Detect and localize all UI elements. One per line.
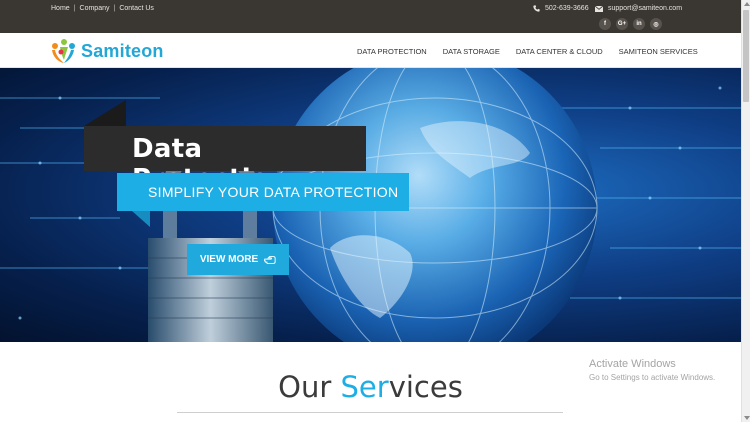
hero-title-box: Data Protection [84,100,366,194]
activate-windows-line2: Go to Settings to activate Windows. [589,373,716,382]
hand-pointer-icon [264,255,276,264]
separator: | [73,5,76,12]
phone-contact[interactable]: 502-639-3666 [533,5,589,12]
main-nav: DATA PROTECTION DATA STORAGE DATA CENTER… [357,47,698,56]
top-link-contact-us[interactable]: Contact Us [119,5,154,12]
logo-mark-icon [52,39,75,63]
page-scrollbar[interactable] [741,0,750,422]
hero-subtitle: SIMPLIFY YOUR DATA PROTECTION [148,184,399,200]
social-links: f G+ in ◎ [599,18,662,30]
view-more-button[interactable]: VIEW MORE [187,244,289,275]
instagram-icon[interactable]: ◎ [650,18,662,30]
top-link-home[interactable]: Home [51,5,70,12]
services-title-start: Our [278,370,341,404]
site-header: Samiteon DATA PROTECTION DATA STORAGE DA… [0,33,741,68]
services-title-end: vices [388,370,463,404]
hero-subtitle-box: SIMPLIFY YOUR DATA PROTECTION [117,173,409,211]
separator: | [113,5,116,12]
activate-windows-line1: Activate Windows [589,358,676,370]
subtitle-tail [132,211,150,227]
top-links: Home | Company | Contact Us [51,5,154,12]
activate-windows-watermark: Activate Windows Go to Settings to activ… [589,358,715,382]
page: Home | Company | Contact Us 502-639-3666… [0,0,750,422]
linkedin-icon[interactable]: in [633,18,645,30]
view-more-label: VIEW MORE [199,254,259,265]
phone-icon [533,5,540,12]
nav-item-data-storage[interactable]: DATA STORAGE [443,47,500,56]
scroll-down-arrow-icon[interactable] [744,416,750,420]
top-link-company[interactable]: Company [80,5,110,12]
nav-item-data-protection[interactable]: DATA PROTECTION [357,47,427,56]
services-divider [177,412,563,413]
phone-number: 502-639-3666 [545,5,589,12]
services-title-highlight: Ser [340,370,389,404]
logo-text: Samiteon [81,40,164,61]
logo[interactable]: Samiteon [49,37,164,65]
scroll-thumb[interactable] [743,10,749,102]
google-plus-icon[interactable]: G+ [616,18,628,30]
top-bar: Home | Company | Contact Us 502-639-3666… [0,0,741,33]
facebook-icon[interactable]: f [599,18,611,30]
envelope-icon [595,5,603,12]
nav-item-samiteon-services[interactable]: SAMITEON SERVICES [619,47,698,56]
email-contact[interactable]: support@samiteon.com [595,5,682,12]
email-address: support@samiteon.com [608,5,683,12]
title-notch [84,100,126,126]
nav-item-data-center-cloud[interactable]: DATA CENTER & CLOUD [516,47,603,56]
scroll-up-arrow-icon[interactable] [744,2,750,6]
